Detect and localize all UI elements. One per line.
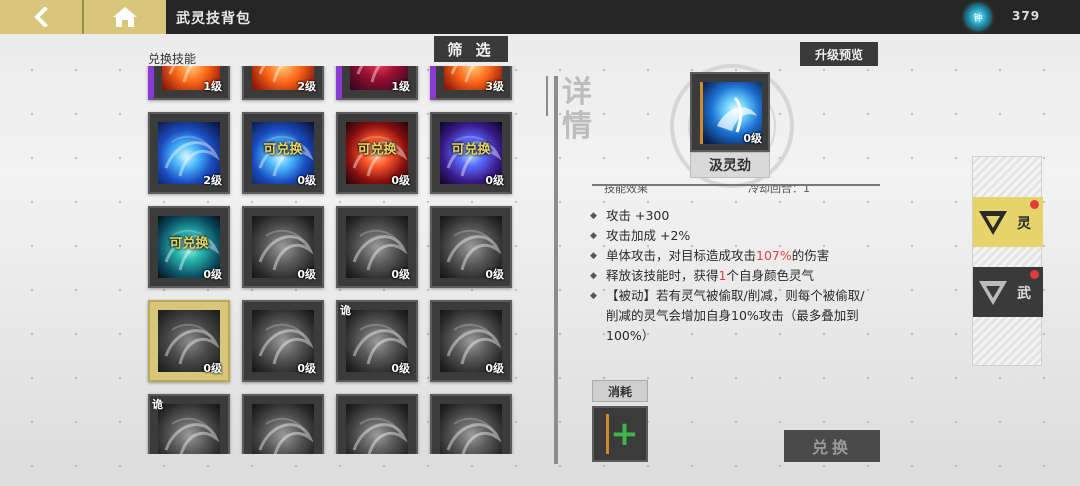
skill-tile[interactable]: 2级 (242, 66, 324, 100)
home-icon (113, 7, 137, 27)
exchangeable-label: 可兑换 (451, 142, 491, 158)
skill-tile[interactable] (336, 394, 418, 454)
divider-accent (546, 76, 548, 116)
skill-level: 0级 (485, 362, 504, 375)
tab-ling-label: 灵 (1017, 216, 1031, 232)
tab-wu-icon (979, 281, 1007, 305)
skill-tile[interactable]: 0级 (336, 206, 418, 288)
skill-grid[interactable]: 1级 2级 1级 3级 2级 可兑换 0级 可兑换 0级 可兑换 0级 可兑换 0级 0级 0级 0级 0级 0级… (140, 66, 530, 454)
home-button[interactable] (82, 0, 166, 34)
side-tab-bar: 灵 武 (972, 156, 1043, 366)
top-bar: 武灵技背包 钟 379 (0, 0, 1080, 34)
skill-level: 0级 (743, 132, 762, 145)
skill-level: 0级 (485, 268, 504, 281)
tab-wu-label: 武 (1017, 286, 1031, 302)
skill-tile[interactable] (242, 394, 324, 454)
skill-tag: 诡 (340, 304, 351, 317)
notification-dot (1030, 270, 1039, 279)
skill-tile[interactable]: 0级 (242, 300, 324, 382)
skill-art (252, 404, 314, 454)
filter-button[interactable]: 筛 选 (434, 36, 508, 62)
currency-value: 379 (1012, 9, 1041, 23)
skill-tile[interactable]: 0级 (242, 206, 324, 288)
cooldown-text: 冷却回合：1 (748, 186, 810, 194)
exchangeable-label: 可兑换 (357, 142, 397, 158)
effect-text: 个自身颜色灵气 (726, 268, 814, 283)
skill-tile[interactable]: 可兑换 0级 (430, 112, 512, 194)
plus-icon: + (606, 414, 640, 454)
effect-text: 单体攻击，对目标造成攻击 (606, 248, 757, 263)
skill-art (346, 404, 408, 454)
skill-level: 0级 (391, 174, 410, 187)
skill-level: 0级 (297, 174, 316, 187)
page-title: 武灵技背包 (176, 11, 251, 27)
tab-wu[interactable]: 武 (973, 267, 1043, 317)
skill-level: 0级 (297, 268, 316, 281)
skill-level: 3级 (485, 80, 504, 93)
effect-header: 技能效果 (604, 186, 648, 194)
skill-level: 1级 (391, 80, 410, 93)
skill-level: 0级 (485, 174, 504, 187)
skill-tile[interactable]: 2级 (148, 112, 230, 194)
skill-tile[interactable]: 0级 (148, 300, 230, 382)
skill-art (440, 404, 502, 454)
effect-item: 攻击加成 +2% (590, 226, 870, 246)
skill-level: 2级 (203, 174, 222, 187)
effect-text: 攻击加成 +2% (606, 228, 691, 243)
skill-name: 汲灵劲 (690, 152, 770, 178)
skill-tile[interactable]: 0级 (430, 300, 512, 382)
skill-level: 0级 (203, 268, 222, 281)
skill-tile[interactable]: 0级 (430, 206, 512, 288)
skill-level: 2级 (297, 80, 316, 93)
effect-text: 释放该技能时，获得 (606, 268, 719, 283)
exchange-button[interactable]: 兑换 (784, 430, 880, 462)
skill-tile[interactable]: 可兑换 0级 (336, 112, 418, 194)
skill-level: 0级 (297, 362, 316, 375)
skill-level: 1级 (203, 80, 222, 93)
effect-highlight: 107% (756, 248, 792, 263)
tab-ling[interactable]: 灵 (973, 197, 1043, 247)
skill-level: 0级 (203, 362, 222, 375)
notification-dot (1030, 200, 1039, 209)
exchangeable-label: 可兑换 (169, 236, 209, 252)
tab-ling-icon (979, 211, 1007, 235)
exchangeable-label: 可兑换 (263, 142, 303, 158)
skill-tile[interactable]: 诡 (148, 394, 230, 454)
panel-divider (554, 76, 558, 464)
effect-text: 的伤害 (791, 248, 830, 263)
skill-tag: 诡 (152, 398, 163, 411)
add-consume-item-button[interactable]: + (592, 406, 648, 462)
skill-level: 0级 (391, 362, 410, 375)
skill-level: 0级 (391, 268, 410, 281)
upgrade-preview-button[interactable]: 升级预览 (800, 42, 878, 66)
skill-tile[interactable]: 诡 0级 (336, 300, 418, 382)
effect-text: 攻击 +300 (606, 208, 670, 223)
section-label-exchange-skills: 兑换技能 (148, 52, 197, 66)
consume-label: 消耗 (592, 380, 648, 402)
skill-tile[interactable]: 1级 (336, 66, 418, 100)
skill-tile[interactable] (430, 394, 512, 454)
effect-item: 攻击 +300 (590, 206, 870, 226)
detail-section-title: 详情 (562, 75, 592, 144)
effect-item: 释放该技能时，获得1个自身颜色灵气 (590, 266, 870, 286)
skill-tile[interactable]: 1级 (148, 66, 230, 100)
skill-tile[interactable]: 可兑换 0级 (242, 112, 324, 194)
back-button[interactable] (0, 0, 82, 34)
skill-tile[interactable]: 3级 (430, 66, 512, 100)
effect-item: 【被动】若有灵气被偷取/削减，则每个被偷取/削减的灵气会增加自身10%攻击（最多… (590, 286, 870, 346)
effect-item: 单体攻击，对目标造成攻击107%的伤害 (590, 246, 870, 266)
skill-art (158, 404, 220, 454)
chevron-left-icon (34, 7, 48, 27)
skill-tile[interactable]: 可兑换 0级 (148, 206, 230, 288)
effect-text: 【被动】若有灵气被偷取/削减，则每个被偷取/削减的灵气会增加自身10%攻击（最多… (606, 288, 865, 343)
effects-list: 攻击 +300攻击加成 +2%单体攻击，对目标造成攻击107%的伤害释放该技能时… (590, 206, 870, 346)
selected-skill-icon: 0级 (690, 72, 770, 152)
currency-icon: 钟 (966, 5, 990, 29)
